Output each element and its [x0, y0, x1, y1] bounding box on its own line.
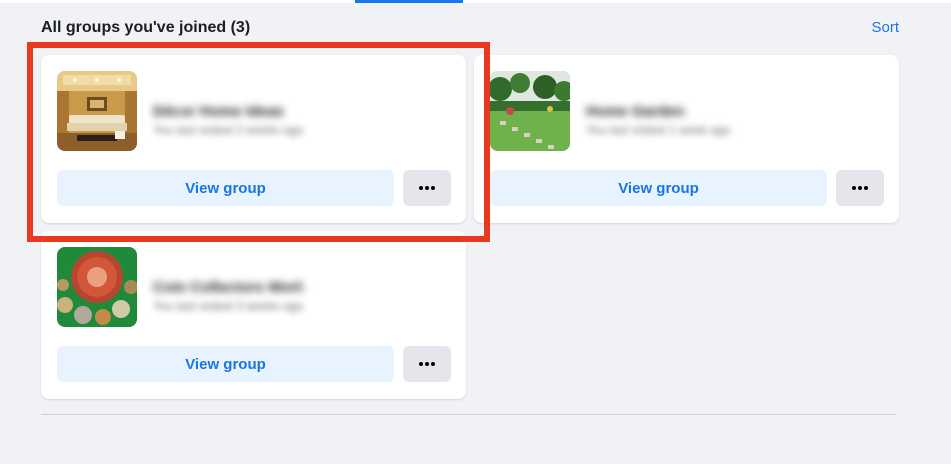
living-room-photo: [57, 71, 137, 151]
more-options-button[interactable]: [403, 170, 451, 206]
group-meta: You last visited 2 weeks ago: [153, 123, 304, 137]
group-card: Coin Collectors Worldwide You last visit…: [41, 231, 466, 399]
group-name[interactable]: Décor Home Ideas: [153, 103, 303, 120]
group-meta: You last visited 1 week ago: [586, 123, 731, 137]
garden-photo: [490, 71, 570, 151]
more-dots-icon: [419, 186, 435, 190]
view-group-button[interactable]: View group: [57, 170, 394, 206]
view-group-button[interactable]: View group: [57, 346, 394, 382]
section-divider: [41, 414, 896, 415]
group-meta: You last visited 3 weeks ago: [153, 299, 304, 313]
top-nav-line: [0, 0, 951, 3]
more-dots-icon: [852, 186, 868, 190]
view-group-button[interactable]: View group: [490, 170, 827, 206]
more-dots-icon: [419, 362, 435, 366]
group-thumbnail[interactable]: [57, 71, 137, 151]
group-card: Home Garden You last visited 1 week ago …: [474, 55, 899, 223]
groups-header: All groups you've joined (3) Sort: [41, 19, 899, 41]
group-thumbnail[interactable]: [490, 71, 570, 151]
more-options-button[interactable]: [403, 346, 451, 382]
active-tab-indicator: [355, 0, 463, 3]
group-card: Décor Home Ideas You last visited 2 week…: [41, 55, 466, 223]
page-title: All groups you've joined (3): [41, 19, 251, 36]
sort-link[interactable]: Sort: [871, 19, 899, 36]
group-name[interactable]: Home Garden: [586, 103, 736, 120]
group-name[interactable]: Coin Collectors Worldwide: [153, 279, 303, 296]
more-options-button[interactable]: [836, 170, 884, 206]
coins-photo: [57, 247, 137, 327]
group-thumbnail[interactable]: [57, 247, 137, 327]
